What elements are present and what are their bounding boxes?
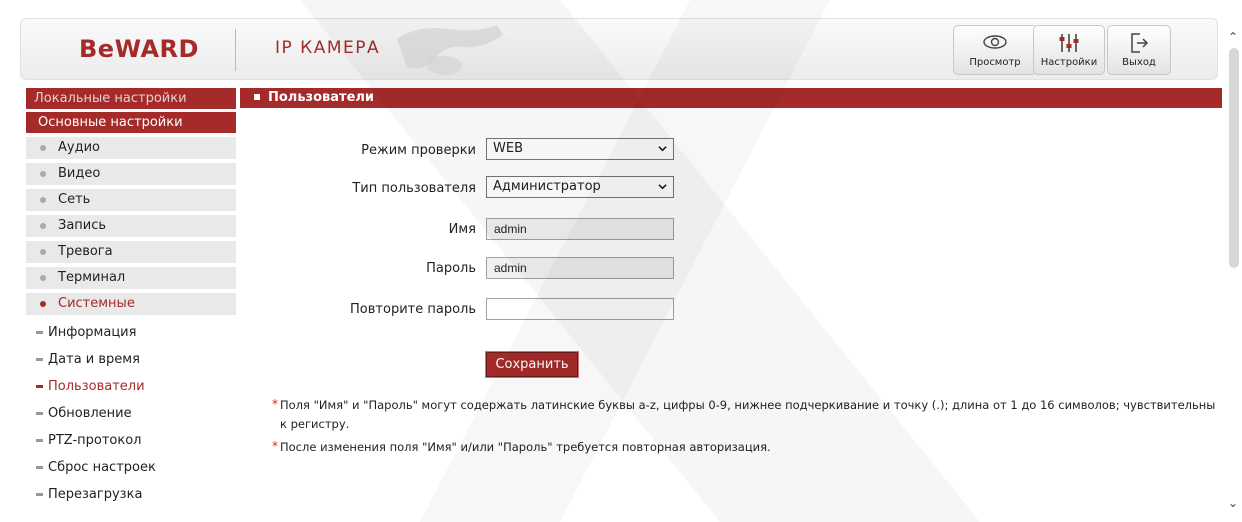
submenu-item-datetime[interactable]: Дата и время [26,346,236,373]
submenu-item-reboot[interactable]: Перезагрузка [26,481,236,508]
system-submenu: Информация Дата и время Пользователи Обн… [26,319,236,508]
view-button-label: Просмотр [969,57,1021,68]
chevron-down-icon [658,146,667,152]
bullet-icon [36,331,43,334]
sidebar-basic-settings[interactable]: Основные настройки [26,112,236,133]
brand-logo: BeWARD [79,35,199,63]
submenu-item-users[interactable]: Пользователи [26,373,236,400]
world-map-decoration [397,25,503,76]
submenu-item-label: Обновление [48,406,132,421]
sidebar-item-label: Терминал [58,270,126,285]
header-divider [235,29,236,71]
bullet-icon [36,385,43,388]
bullet-icon [40,249,46,255]
bullet-icon [40,145,46,151]
sidebar-item-label: Запись [58,218,107,233]
bullet-icon [40,197,46,203]
sidebar: Локальные настройки Основные настройки А… [26,88,236,508]
sidebar-item-alarm[interactable]: Тревога [26,241,236,263]
bullet-icon [36,493,43,496]
section-header: Пользователи [240,88,1222,108]
auth-mode-label: Режим проверки [361,143,476,158]
submenu-item-reset[interactable]: Сброс настроек [26,454,236,481]
bullet-icon [36,466,43,469]
sidebar-item-label: Системные [58,296,135,311]
asterisk-marker: * [272,439,278,453]
sidebar-item-audio[interactable]: Аудио [26,137,236,159]
sidebar-item-terminal[interactable]: Терминал [26,267,236,289]
submenu-item-info[interactable]: Информация [26,319,236,346]
product-title: IP КАМЕРА [275,38,381,58]
submenu-item-ptz[interactable]: PTZ-протокол [26,427,236,454]
sidebar-item-network[interactable]: Сеть [26,189,236,211]
user-type-select[interactable]: Администратор [486,176,674,198]
scroll-thumb[interactable] [1229,48,1239,268]
eye-icon [983,35,1007,49]
sidebar-item-system[interactable]: Системные [26,293,236,315]
submenu-item-label: Дата и время [48,352,140,367]
view-button[interactable]: Просмотр [953,25,1037,75]
sidebar-local-settings[interactable]: Локальные настройки [26,88,236,109]
sidebar-item-label: Аудио [58,140,100,155]
auth-mode-value: WEB [493,141,523,156]
logout-icon [1131,33,1149,53]
sidebar-item-record[interactable]: Запись [26,215,236,237]
note-reauth: * После изменения поля "Имя" и/или "Паро… [272,438,1220,457]
submenu-item-label: PTZ-протокол [48,433,142,448]
repeat-password-label: Повторите пароль [350,302,476,317]
bullet-icon [40,275,46,281]
scroll-down-icon[interactable]: ⌄ [1228,496,1238,510]
exit-button[interactable]: Выход [1107,25,1171,75]
sliders-icon [1059,34,1079,52]
bullet-icon [254,93,260,100]
submenu-item-label: Пользователи [48,379,145,394]
password-label: Пароль [426,261,476,276]
settings-button[interactable]: Настройки [1033,25,1105,75]
submenu-item-update[interactable]: Обновление [26,400,236,427]
repeat-password-field[interactable] [486,298,674,320]
submenu-item-label: Информация [48,325,137,340]
sidebar-item-label: Тревога [58,244,113,259]
submenu-item-label: Сброс настроек [48,460,156,475]
user-type-value: Администратор [493,179,601,194]
user-type-label: Тип пользователя [352,181,476,196]
bullet-icon [36,358,43,361]
auth-mode-select[interactable]: WEB [486,138,674,160]
settings-button-label: Настройки [1040,57,1098,68]
page-scrollbar[interactable]: ⌃ ⌄ [1228,30,1240,520]
name-field[interactable]: admin [486,218,674,240]
scroll-up-icon[interactable]: ⌃ [1228,30,1238,44]
note-name-password-rules: * Поля "Имя" и "Пароль" могут содержать … [272,396,1220,434]
sidebar-item-label: Видео [58,166,101,181]
save-button[interactable]: Сохранить [485,351,579,378]
bullet-icon [36,412,43,415]
bullet-icon [40,171,46,177]
name-label: Имя [448,222,476,237]
bullet-icon [40,223,46,229]
password-field[interactable]: admin [486,257,674,279]
note-text: Поля "Имя" и "Пароль" могут содержать ла… [280,398,1216,431]
section-title: Пользователи [268,90,375,105]
sidebar-item-label: Сеть [58,192,91,207]
asterisk-marker: * [272,397,278,411]
bullet-icon [36,439,43,442]
exit-button-label: Выход [1122,57,1156,68]
bullet-icon [40,301,46,307]
sidebar-item-video[interactable]: Видео [26,163,236,185]
note-text: После изменения поля "Имя" и/или "Пароль… [280,440,771,454]
submenu-item-label: Перезагрузка [48,487,143,502]
header-bar: BeWARD IP КАМЕРА Просмотр Настройки Выхо… [20,18,1218,80]
chevron-down-icon [658,184,667,190]
